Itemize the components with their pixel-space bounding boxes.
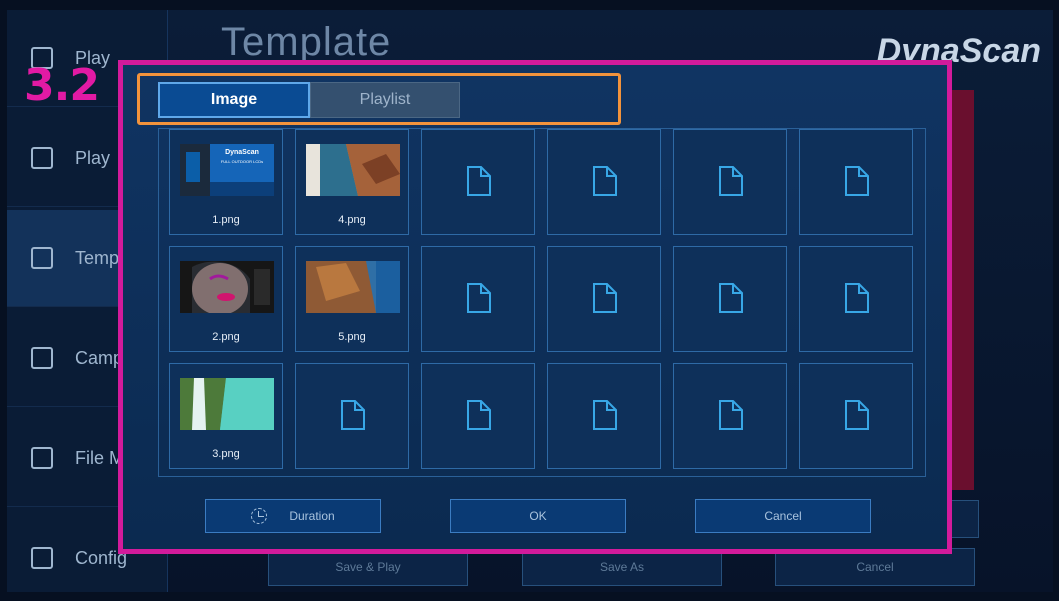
file-tile[interactable] bbox=[673, 129, 787, 235]
file-icon bbox=[719, 166, 743, 196]
file-name: 4.png bbox=[338, 214, 366, 226]
file-tile[interactable] bbox=[673, 363, 787, 469]
file-tile[interactable]: DynaScan FULL OUTDOOR LCDs 1.png bbox=[169, 129, 283, 235]
duration-label: Duration bbox=[289, 509, 335, 523]
wrench-icon bbox=[31, 547, 53, 569]
thumb-line-text: FULL OUTDOOR LCDs bbox=[221, 159, 263, 164]
file-icon bbox=[845, 400, 869, 430]
file-tile[interactable] bbox=[799, 129, 913, 235]
file-icon bbox=[845, 166, 869, 196]
file-icon bbox=[719, 400, 743, 430]
file-tile[interactable] bbox=[421, 246, 535, 352]
sidebar-item-label: Play bbox=[75, 147, 111, 168]
list-icon bbox=[31, 147, 53, 169]
file-tile[interactable]: 5.png bbox=[295, 246, 409, 352]
image-thumbnail: DynaScan FULL OUTDOOR LCDs bbox=[180, 144, 274, 196]
file-icon bbox=[467, 283, 491, 313]
file-tile[interactable] bbox=[547, 363, 661, 469]
file-tile[interactable] bbox=[421, 129, 535, 235]
file-tile[interactable] bbox=[547, 129, 661, 235]
file-tile[interactable] bbox=[799, 363, 913, 469]
file-name: 5.png bbox=[338, 331, 366, 343]
file-icon bbox=[593, 283, 617, 313]
file-name: 2.png bbox=[212, 331, 240, 343]
sidebar-item-label: File M bbox=[75, 447, 124, 468]
file-icon bbox=[845, 283, 869, 313]
file-tile[interactable]: 4.png bbox=[295, 129, 409, 235]
file-icon bbox=[593, 166, 617, 196]
thumb-brand-text: DynaScan bbox=[225, 149, 259, 156]
file-tile[interactable] bbox=[547, 246, 661, 352]
file-picker-dialog: Image Playlist DynaScan FULL OUTDOOR LCD… bbox=[118, 60, 952, 554]
file-name: 3.png bbox=[212, 448, 240, 460]
sidebar-item-label: Camp bbox=[75, 347, 124, 368]
file-tile[interactable] bbox=[295, 363, 409, 469]
image-thumbnail bbox=[306, 144, 400, 196]
calendar-icon bbox=[31, 347, 53, 369]
file-icon bbox=[467, 400, 491, 430]
file-icon bbox=[341, 400, 365, 430]
folder-icon bbox=[31, 447, 53, 469]
step-annotation: 3.2 bbox=[24, 60, 100, 111]
cancel-dialog-button[interactable]: Cancel bbox=[695, 499, 871, 533]
duration-button[interactable]: Duration bbox=[205, 499, 381, 533]
file-tile[interactable] bbox=[421, 363, 535, 469]
file-icon bbox=[467, 166, 491, 196]
template-icon bbox=[31, 247, 53, 269]
dialog-body: Image Playlist DynaScan FULL OUTDOOR LCD… bbox=[123, 65, 947, 549]
image-thumbnail bbox=[180, 378, 274, 430]
tabs-highlight-annotation bbox=[137, 73, 621, 125]
image-thumbnail bbox=[180, 261, 274, 313]
file-name: 1.png bbox=[212, 214, 240, 226]
image-thumbnail bbox=[306, 261, 400, 313]
file-grid: DynaScan FULL OUTDOOR LCDs 1.png 4.png 2… bbox=[158, 128, 926, 477]
sidebar-item-label: Temp bbox=[75, 247, 120, 268]
clock-icon bbox=[251, 508, 268, 524]
file-tile[interactable] bbox=[799, 246, 913, 352]
ok-button[interactable]: OK bbox=[450, 499, 626, 533]
file-icon bbox=[593, 400, 617, 430]
file-tile[interactable]: 3.png bbox=[169, 363, 283, 469]
file-tile[interactable] bbox=[673, 246, 787, 352]
page-title: Template bbox=[221, 20, 392, 64]
file-tile[interactable]: 2.png bbox=[169, 246, 283, 352]
file-icon bbox=[719, 283, 743, 313]
